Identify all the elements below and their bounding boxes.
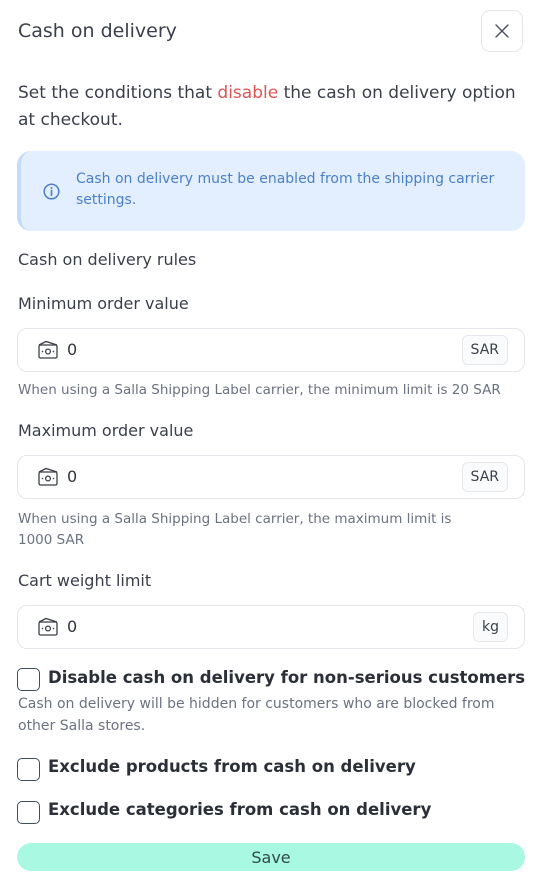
- money-icon: [38, 617, 58, 636]
- save-button[interactable]: Save: [17, 843, 525, 871]
- close-icon: [495, 24, 509, 38]
- info-icon: [43, 183, 60, 200]
- intro-text: Set the conditions that disable the cash…: [18, 83, 516, 130]
- money-icon: [38, 340, 58, 359]
- weight-label: Cart weight limit: [18, 571, 152, 590]
- exclude-categories-label[interactable]: Exclude categories from cash on delivery: [48, 800, 431, 819]
- exclude-categories-checkbox[interactable]: [17, 801, 40, 824]
- max-order-label: Maximum order value: [18, 421, 194, 440]
- money-icon: [38, 467, 58, 486]
- exclude-products-label[interactable]: Exclude products from cash on delivery: [48, 757, 416, 776]
- disable-highlight: disable: [217, 83, 279, 103]
- min-order-input[interactable]: 0: [67, 340, 77, 359]
- min-order-field[interactable]: 0 SAR: [17, 328, 525, 372]
- weight-field[interactable]: 0 kg: [17, 605, 525, 649]
- close-button[interactable]: [481, 10, 523, 52]
- min-order-label: Minimum order value: [18, 294, 189, 313]
- section-title: Cash on delivery rules: [18, 250, 197, 269]
- info-banner: Cash on delivery must be enabled from th…: [17, 151, 525, 231]
- max-order-input[interactable]: 0: [67, 467, 77, 486]
- max-order-help: When using a Salla Shipping Label carrie…: [18, 511, 452, 548]
- exclude-products-checkbox[interactable]: [17, 758, 40, 781]
- weight-unit: kg: [473, 612, 508, 642]
- non-serious-description: Cash on delivery will be hidden for cust…: [18, 696, 495, 734]
- non-serious-label[interactable]: Disable cash on delivery for non-serious…: [48, 668, 525, 687]
- max-order-field[interactable]: 0 SAR: [17, 455, 525, 499]
- non-serious-checkbox[interactable]: [17, 668, 40, 691]
- weight-input[interactable]: 0: [67, 617, 77, 636]
- page-title: Cash on delivery: [18, 20, 177, 42]
- info-text: Cash on delivery must be enabled from th…: [76, 171, 495, 208]
- min-order-unit: SAR: [461, 335, 508, 365]
- max-order-unit: SAR: [461, 462, 508, 492]
- min-order-help: When using a Salla Shipping Label carrie…: [18, 382, 501, 398]
